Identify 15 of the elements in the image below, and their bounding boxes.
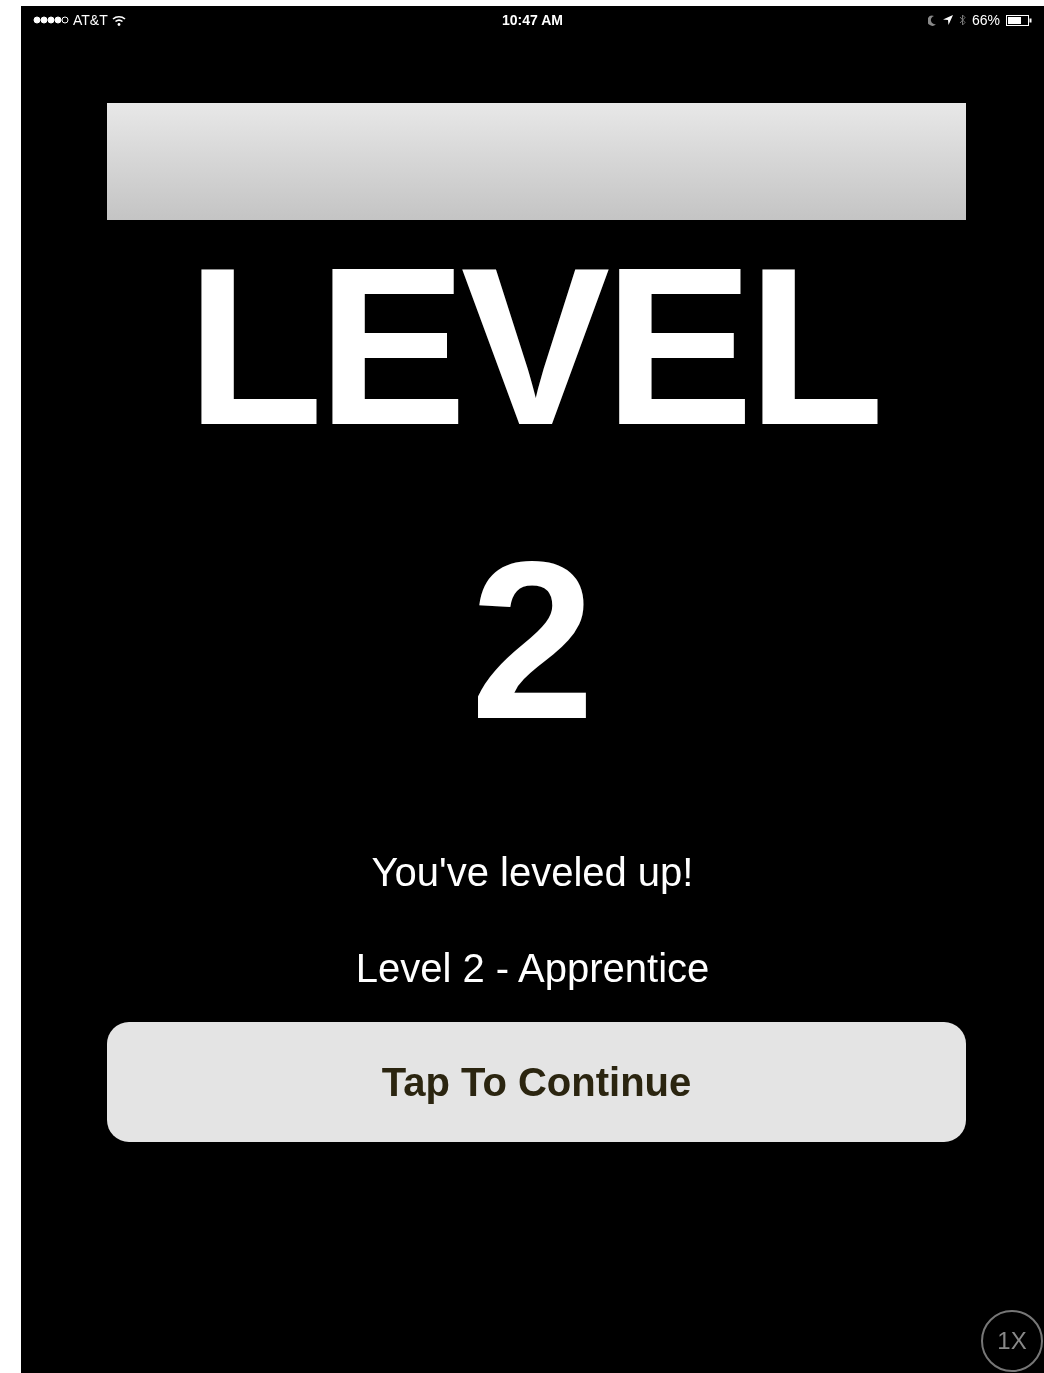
- battery-percentage: 66%: [971, 10, 1000, 30]
- signal-strength-icon: [33, 16, 69, 24]
- level-number: 2: [470, 528, 595, 752]
- level-heading: LEVEL: [186, 234, 879, 458]
- continue-button[interactable]: Tap To Continue: [107, 1022, 966, 1142]
- clock-time: 10:47 AM: [502, 10, 563, 30]
- carrier-name: AT&T: [73, 10, 108, 30]
- level-up-message: You've leveled up!: [371, 852, 694, 892]
- moon-icon: [927, 14, 937, 26]
- battery-icon: [1006, 14, 1032, 26]
- location-arrow-icon: [942, 15, 953, 25]
- speed-toggle[interactable]: 1X: [981, 1310, 1043, 1372]
- wifi-icon: [111, 14, 126, 26]
- bluetooth-icon: [958, 14, 966, 26]
- level-name: Level 2 - Apprentice: [355, 948, 710, 988]
